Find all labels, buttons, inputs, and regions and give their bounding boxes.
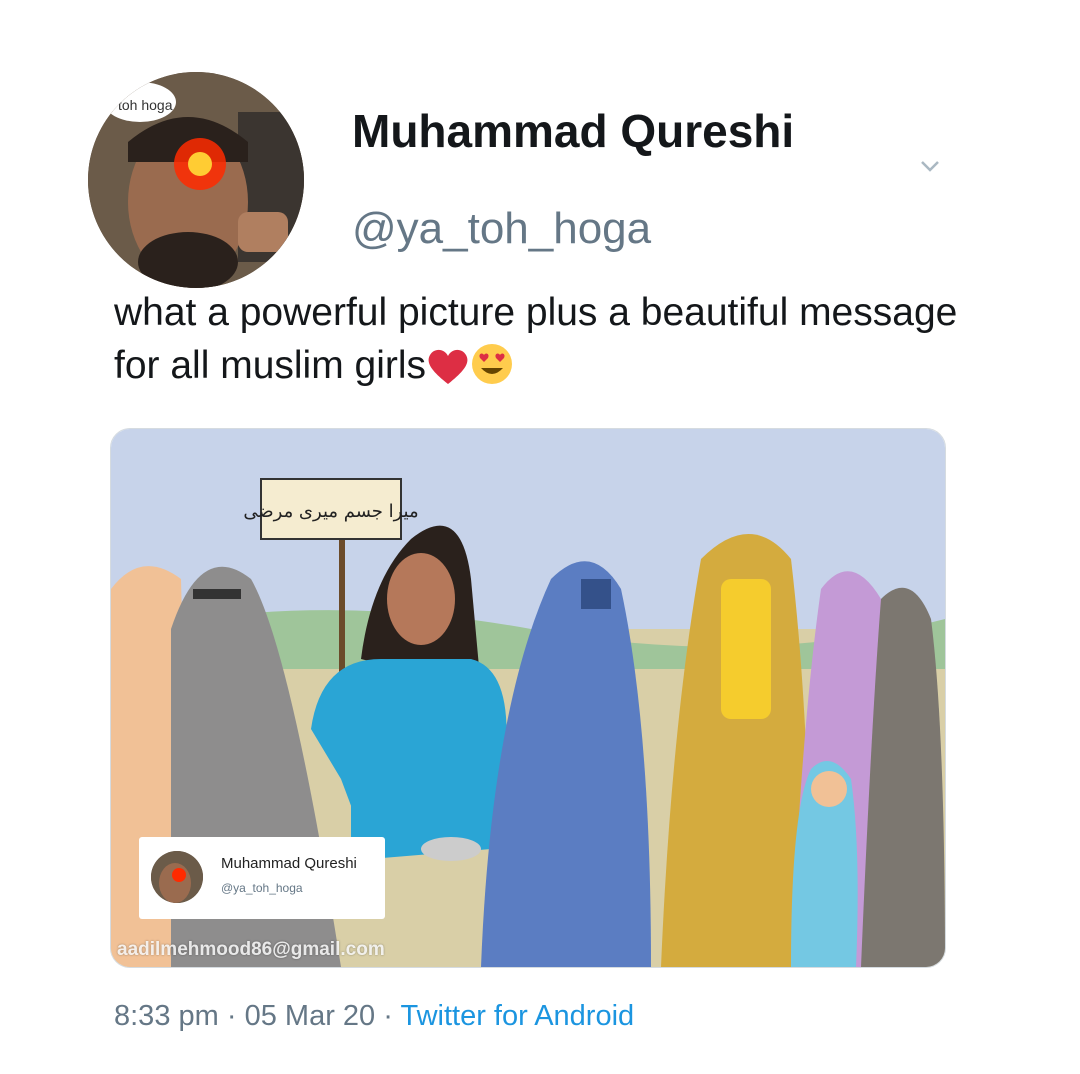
- watermark-email: aadilmehmood86@gmail.com: [117, 939, 385, 960]
- red-heart-emoji: [426, 346, 470, 400]
- meta-separator: ·: [226, 1000, 237, 1032]
- chevron-down-icon[interactable]: [918, 154, 942, 178]
- author-name[interactable]: Muhammad Qureshi: [352, 104, 794, 158]
- watermark-name: Muhammad Qureshi: [221, 855, 357, 872]
- tweet-text: what a powerful picture plus a beautiful…: [114, 286, 974, 400]
- tweet-date[interactable]: 05 Mar 20: [245, 1000, 376, 1032]
- tweet-text-body: what a powerful picture plus a beautiful…: [114, 291, 958, 387]
- author-avatar[interactable]: toh hoga: [88, 72, 304, 288]
- tweet-media-image[interactable]: میرا جسم میری مرضی Muhammad Qureshi @ya_…: [110, 428, 946, 968]
- author-handle[interactable]: @ya_toh_hoga: [352, 204, 651, 254]
- tweet-source-link[interactable]: Twitter for Android: [400, 1000, 634, 1032]
- sign-text: میرا جسم میری مرضی: [243, 501, 418, 522]
- avatar-sticker-text: toh hoga: [118, 97, 173, 113]
- watermark-handle: @ya_toh_hoga: [221, 881, 303, 895]
- heart-eyes-emoji: [470, 342, 514, 400]
- meta-separator: ·: [383, 1000, 393, 1032]
- watermark-avatar: [151, 851, 203, 903]
- avatar-photo: toh hoga: [88, 72, 304, 288]
- tweet-meta: 8:33 pm · 05 Mar 20 · Twitter for Androi…: [114, 1000, 634, 1033]
- tweet-time: 8:33 pm: [114, 1000, 219, 1032]
- watermark-card: Muhammad Qureshi @ya_toh_hoga: [139, 837, 385, 919]
